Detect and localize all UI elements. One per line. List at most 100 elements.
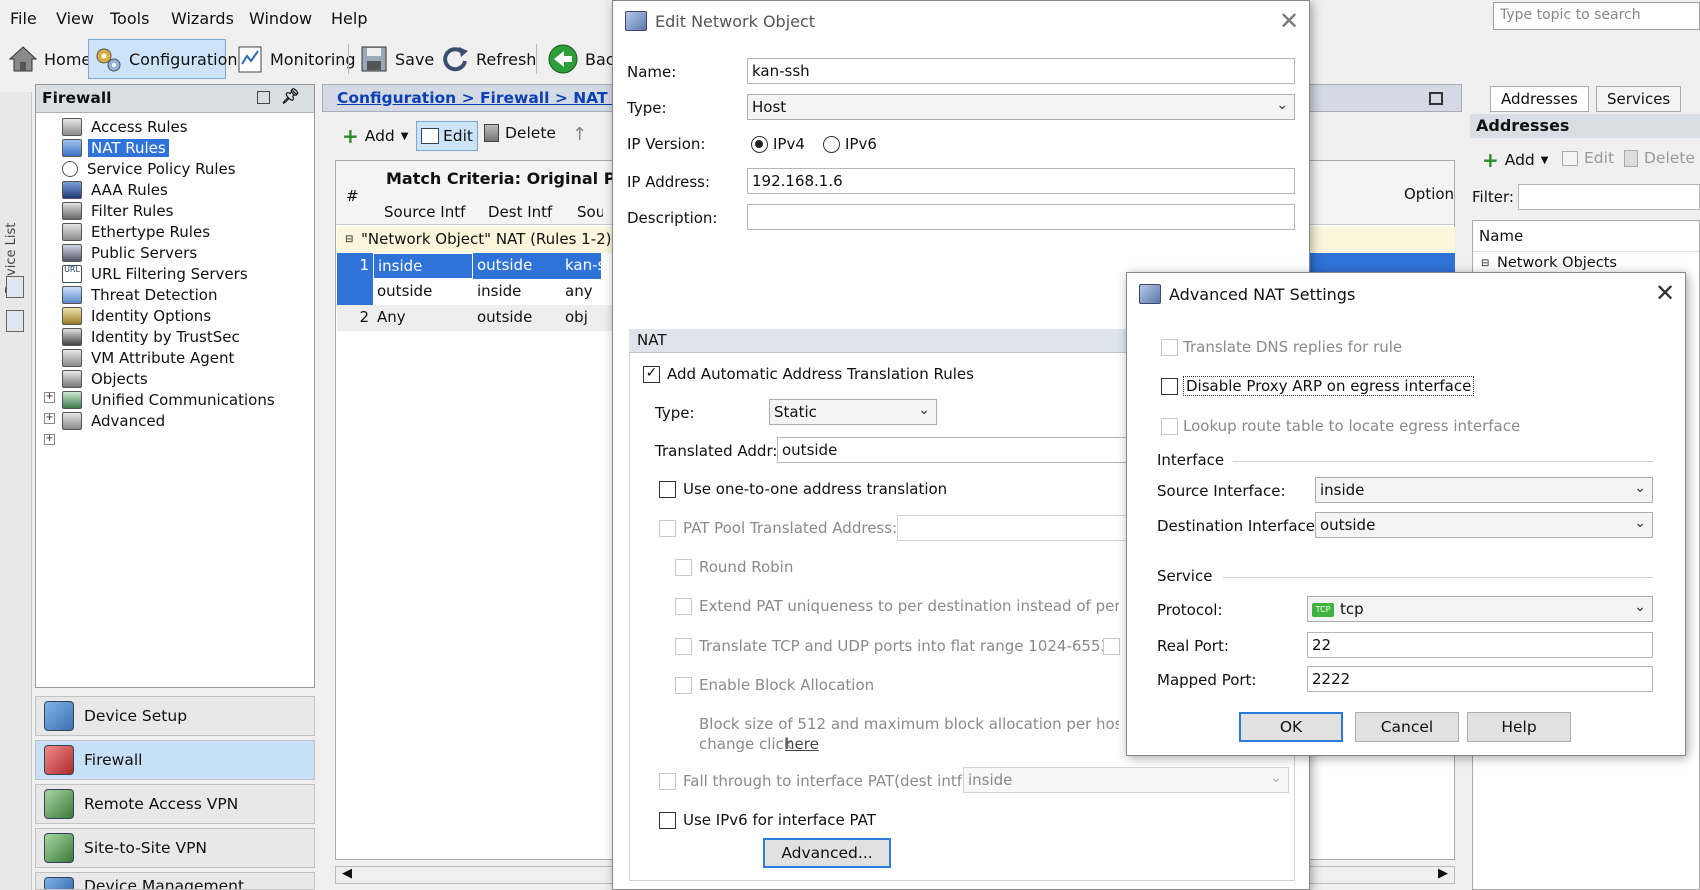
maximize-icon[interactable]: [1429, 92, 1443, 105]
scroll-right-icon[interactable]: ▶: [1438, 866, 1448, 881]
translate-tcp-extra-checkbox[interactable]: [1103, 638, 1120, 655]
menu-window[interactable]: Window: [249, 9, 312, 28]
tree-item-objects[interactable]: Objects: [62, 368, 151, 389]
scroll-left-icon[interactable]: ◀: [342, 866, 352, 881]
tree-item-url-filtering-servers[interactable]: URL URL Filtering Servers: [62, 263, 251, 284]
configuration-button[interactable]: Configuration: [88, 39, 238, 79]
block-note-link[interactable]: here: [785, 735, 819, 753]
name-input[interactable]: kan-ssh: [747, 58, 1295, 84]
save-button[interactable]: Save: [355, 39, 438, 79]
device-list-icon[interactable]: [6, 276, 24, 298]
row-dest-intf: outside: [473, 253, 561, 279]
ipv4-radio[interactable]: [751, 136, 768, 153]
protocol-select[interactable]: TCP tcp ⌄: [1307, 596, 1653, 622]
round-robin-checkbox[interactable]: [675, 559, 692, 576]
disable-proxy-arp-checkbox[interactable]: [1161, 378, 1178, 395]
lookup-route-checkbox[interactable]: [1161, 418, 1178, 435]
addresses-add-button[interactable]: + Add ▼: [1482, 148, 1548, 172]
tree-item-label: Unified Communications: [91, 390, 275, 409]
fall-through-select[interactable]: inside ⌄: [963, 767, 1289, 793]
real-port-input[interactable]: 22: [1307, 632, 1653, 658]
filter-input[interactable]: [1518, 184, 1700, 210]
source-interface-select[interactable]: inside ⌄: [1315, 477, 1653, 503]
device-list-strip[interactable]: Device List: [0, 92, 32, 890]
nat-edit-button[interactable]: Edit: [416, 121, 478, 151]
device-list-icon[interactable]: [6, 310, 24, 332]
tab-services[interactable]: Services: [1596, 86, 1682, 112]
configuration-label: Configuration: [129, 49, 238, 69]
nav-remote-access-vpn[interactable]: Remote Access VPN: [35, 784, 315, 824]
block-allocation-checkbox[interactable]: [675, 677, 692, 694]
col-dest-intf[interactable]: Dest Intf: [488, 203, 552, 221]
col-option[interactable]: Option: [1404, 185, 1454, 203]
tree-item-public-servers[interactable]: Public Servers: [62, 242, 200, 263]
tree-item-threat-detection[interactable]: Threat Detection: [62, 284, 220, 305]
ip-address-input[interactable]: 192.168.1.6: [747, 168, 1295, 194]
auto-nat-checkbox[interactable]: ✓: [643, 366, 660, 383]
expand-advanced-icon[interactable]: +: [44, 434, 55, 445]
ipv6-radio[interactable]: [823, 136, 840, 153]
nav-device-setup[interactable]: Device Setup: [35, 696, 315, 736]
tree-item-aaa-rules[interactable]: AAA Rules: [62, 179, 171, 200]
col-source[interactable]: Source: [577, 203, 603, 221]
tree-item-service-policy-rules[interactable]: Service Policy Rules: [62, 158, 239, 179]
close-icon[interactable]: ✕: [1655, 281, 1675, 305]
float-panel-icon[interactable]: [257, 91, 270, 104]
tree-item-nat-rules[interactable]: NAT Rules: [62, 137, 169, 158]
tree-item-identity-options[interactable]: Identity Options: [62, 305, 214, 326]
collapse-icon[interactable]: ⊟: [1481, 255, 1489, 269]
menu-help[interactable]: Help: [331, 9, 367, 28]
move-up-icon[interactable]: ↑: [572, 124, 587, 145]
nat-add-button[interactable]: + Add ▼: [342, 124, 408, 148]
fall-through-checkbox[interactable]: [659, 773, 676, 790]
translate-tcp-checkbox[interactable]: [675, 638, 692, 655]
expand-objects-icon[interactable]: +: [44, 392, 55, 403]
expand-unified-communications-icon[interactable]: +: [44, 413, 55, 424]
tree-item-filter-rules[interactable]: Filter Rules: [62, 200, 176, 221]
description-input[interactable]: [747, 204, 1295, 230]
one-to-one-checkbox[interactable]: [659, 481, 676, 498]
col-name[interactable]: Name: [1479, 227, 1523, 245]
col-source-intf[interactable]: Source Intf: [384, 203, 465, 221]
nav-site-to-site-vpn[interactable]: Site-to-Site VPN: [35, 828, 315, 868]
addresses-edit-button[interactable]: Edit: [1562, 149, 1614, 167]
group-divider: [1223, 577, 1653, 578]
advanced-button[interactable]: Advanced...: [763, 838, 891, 868]
addresses-delete-button[interactable]: Delete: [1624, 149, 1695, 167]
nat-delete-button[interactable]: Delete: [484, 124, 556, 142]
extend-pat-checkbox[interactable]: [675, 598, 692, 615]
help-button[interactable]: Help: [1467, 712, 1571, 742]
menu-view[interactable]: View: [56, 9, 94, 28]
ipv6-pat-checkbox[interactable]: [659, 812, 676, 829]
type-select[interactable]: Host ⌄: [747, 94, 1295, 120]
pat-pool-checkbox[interactable]: [659, 520, 676, 537]
tree-item-ethertype-rules[interactable]: Ethertype Rules: [62, 221, 213, 242]
nav-device-management[interactable]: Device Management: [35, 872, 315, 890]
tree-item-access-rules[interactable]: Access Rules: [62, 116, 191, 137]
tree-item-label: Identity by TrustSec: [91, 327, 240, 346]
monitoring-button[interactable]: Monitoring: [232, 39, 360, 79]
mapped-port-input[interactable]: 2222: [1307, 666, 1653, 692]
destination-interface-select[interactable]: outside ⌄: [1315, 512, 1653, 538]
pin-icon[interactable]: 📌︎: [281, 87, 300, 105]
tree-item-identity-by-trustsec[interactable]: Identity by TrustSec: [62, 326, 243, 347]
tab-addresses[interactable]: Addresses: [1490, 86, 1589, 112]
ok-button[interactable]: OK: [1239, 712, 1343, 742]
menu-tools[interactable]: Tools: [110, 9, 149, 28]
close-icon[interactable]: ✕: [1279, 9, 1299, 33]
tree-item-unified-communications[interactable]: Unified Communications: [62, 389, 278, 410]
home-button[interactable]: Home: [4, 39, 95, 79]
menu-file[interactable]: File: [10, 9, 37, 28]
cancel-button[interactable]: Cancel: [1355, 712, 1459, 742]
collapse-icon[interactable]: ⊟: [341, 227, 357, 253]
tree-item-advanced[interactable]: Advanced: [62, 410, 168, 431]
translate-dns-checkbox[interactable]: [1161, 339, 1178, 356]
tree-item-label: Threat Detection: [91, 285, 218, 304]
search-input[interactable]: Type topic to search: [1493, 2, 1700, 30]
nav-firewall[interactable]: Firewall: [35, 740, 315, 780]
menu-wizards[interactable]: Wizards: [171, 9, 234, 28]
nat-type-select[interactable]: Static ⌄: [769, 399, 937, 425]
refresh-button[interactable]: Refresh: [436, 39, 540, 79]
network-objects-node[interactable]: Network Objects: [1497, 255, 1617, 271]
tree-item-vm-attribute-agent[interactable]: VM Attribute Agent: [62, 347, 237, 368]
